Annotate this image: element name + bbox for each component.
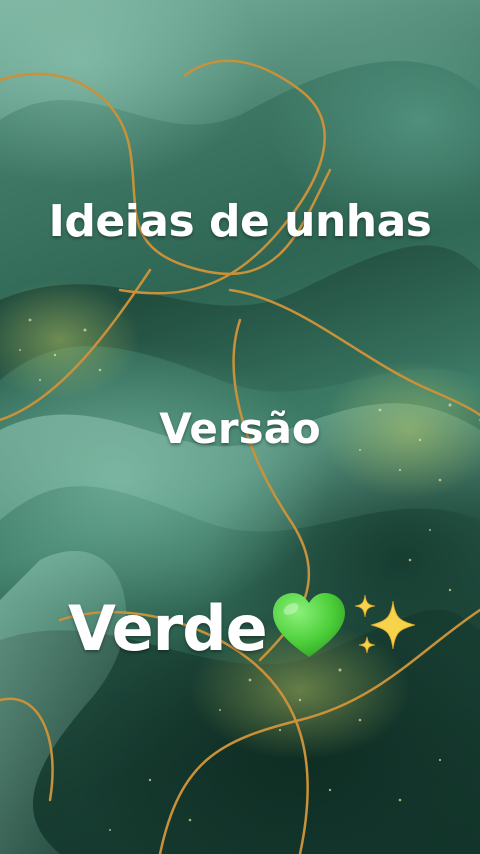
word-text: Verde — [68, 591, 268, 665]
word-row: Verde — [68, 588, 421, 668]
sparkles-icon — [351, 591, 421, 666]
subtitle-text: Versão — [159, 404, 321, 453]
story-background: Ideias de unhas Versão Verde — [0, 0, 480, 854]
green-heart-icon — [271, 591, 347, 666]
title-text: Ideias de unhas — [48, 196, 433, 247]
